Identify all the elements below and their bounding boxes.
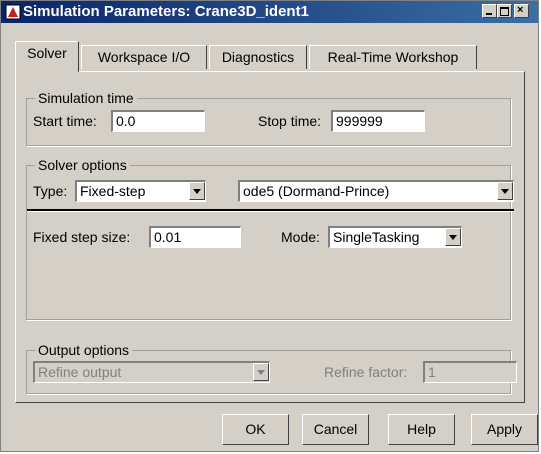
solver-type-dropdown-button[interactable] [189,182,205,200]
title-bar[interactable]: Simulation Parameters: Crane3D_ident1 × [1,1,538,23]
minimize-button[interactable] [482,4,497,18]
chevron-down-icon [193,189,201,194]
simulation-parameters-dialog: Simulation Parameters: Crane3D_ident1 × … [0,0,539,452]
solver-value: ode5 (Dormand-Prince) [243,183,390,199]
chevron-down-icon [449,235,457,240]
close-button[interactable]: × [514,4,529,18]
help-button[interactable]: Help [388,414,455,445]
maximize-button[interactable] [497,4,512,18]
tab-solver[interactable]: Solver [15,41,79,72]
output-options-group: Output options Refine output Refine fact… [26,342,517,394]
fixed-step-size-label: Fixed step size: [33,229,131,245]
solver-dropdown-button[interactable] [497,182,513,200]
simulation-time-legend: Simulation time [35,90,137,106]
ok-button[interactable]: OK [222,414,289,445]
output-option-dropdown-button [253,363,269,381]
solver-select[interactable]: ode5 (Dormand-Prince) [238,180,514,202]
mode-value: SingleTasking [333,229,420,245]
simulation-time-group: Simulation time Start time: 0.0 Stop tim… [26,90,511,146]
start-time-label: Start time: [33,113,97,129]
output-options-legend: Output options [35,342,133,358]
solver-options-group: Solver options Type: Fixed-step ode5 (Do… [26,157,514,320]
tab-real-time-workshop[interactable]: Real-Time Workshop [309,45,477,69]
start-time-input[interactable]: 0.0 [111,110,205,132]
mode-dropdown-button[interactable] [445,228,461,246]
mode-label: Mode: [281,229,320,245]
tab-diagnostics[interactable]: Diagnostics [209,45,307,69]
output-option-value: Refine output [38,364,122,380]
simulink-app-icon [5,4,21,20]
stop-time-input[interactable]: 999999 [331,110,425,132]
close-icon: × [517,4,524,16]
tab-workspace-io[interactable]: Workspace I/O [81,45,207,69]
refine-factor-label: Refine factor: [324,364,408,380]
cancel-button[interactable]: Cancel [302,414,369,445]
tab-solver-label: Solver [27,45,67,61]
chevron-down-icon [501,189,509,194]
tab-workspace-io-label: Workspace I/O [97,49,191,65]
apply-button[interactable]: Apply [471,414,538,445]
solver-type-select[interactable]: Fixed-step [75,180,206,202]
tab-diagnostics-label: Diagnostics [221,49,295,65]
window-title: Simulation Parameters: Crane3D_ident1 [23,3,309,20]
stop-time-label: Stop time: [258,113,322,129]
chevron-down-icon [257,370,265,375]
output-option-select: Refine output [33,361,270,383]
solver-options-legend: Solver options [35,157,130,173]
fixed-step-size-input[interactable]: 0.01 [149,226,241,248]
solver-separator [27,209,514,212]
tab-real-time-workshop-label: Real-Time Workshop [327,49,459,65]
solver-type-value: Fixed-step [80,183,146,199]
maximize-icon [500,7,509,16]
refine-factor-input: 1 [423,361,517,383]
type-label: Type: [33,183,68,199]
solver-panel: Simulation time Start time: 0.0 Stop tim… [15,71,525,403]
mode-select[interactable]: SingleTasking [328,226,462,248]
minimize-icon [486,13,492,15]
